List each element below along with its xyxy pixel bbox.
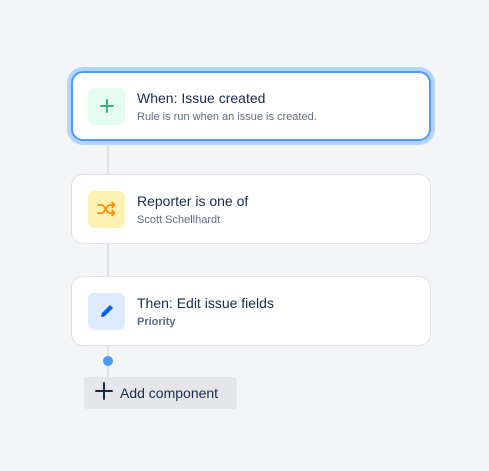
- trigger-title: When: Issue created: [137, 89, 266, 106]
- condition-card[interactable]: Reporter is one of Scott Schellhardt: [71, 174, 431, 244]
- plus-icon: [94, 381, 114, 406]
- connector-dot: [103, 356, 113, 366]
- pencil-icon: [88, 292, 125, 330]
- connector-line: [107, 366, 109, 377]
- add-component-label: Add component: [120, 385, 219, 401]
- connector-line: [107, 141, 109, 175]
- add-component-button[interactable]: Add component: [84, 377, 237, 409]
- action-subtitle: Priority: [137, 315, 176, 328]
- plus-icon: [88, 87, 125, 125]
- shuffle-icon: [88, 190, 125, 228]
- trigger-card[interactable]: When: Issue created Rule is run when an …: [71, 71, 431, 141]
- condition-subtitle: Scott Schellhardt: [137, 213, 221, 226]
- condition-title: Reporter is one of: [137, 192, 249, 209]
- connector-line: [107, 243, 109, 276]
- action-card[interactable]: Then: Edit issue fields Priority: [71, 276, 431, 346]
- action-title: Then: Edit issue fields: [137, 294, 274, 311]
- trigger-subtitle: Rule is run when an issue is created.: [137, 110, 317, 123]
- rule-flow-canvas: When: Issue created Rule is run when an …: [0, 0, 489, 471]
